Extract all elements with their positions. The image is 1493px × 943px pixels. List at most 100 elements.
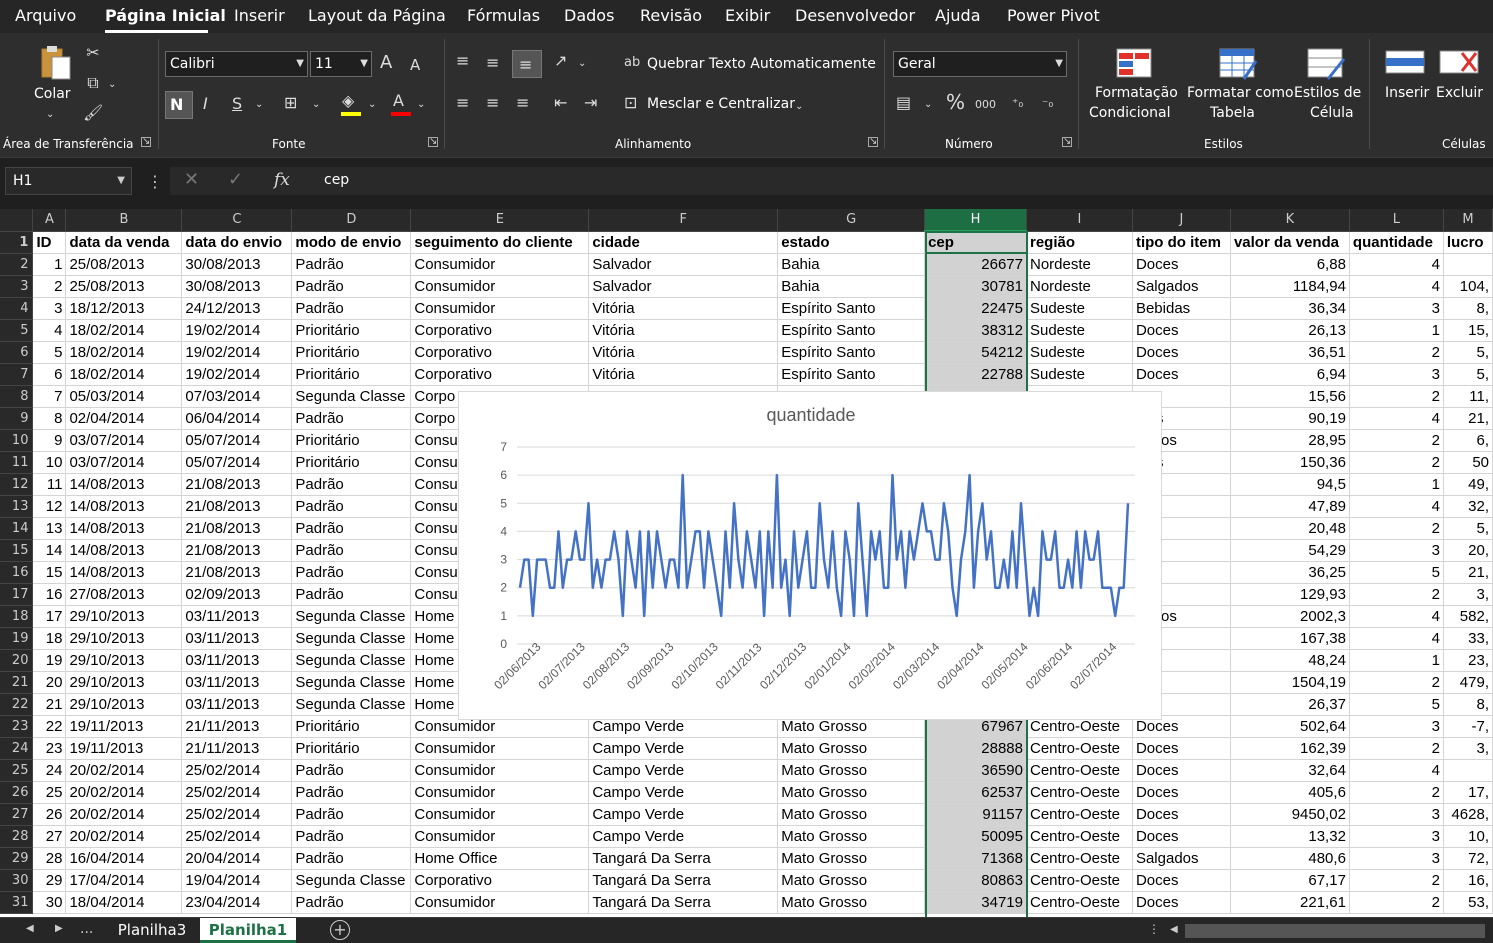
cell[interactable]: 50095: [924, 825, 1027, 848]
cell[interactable]: 03/11/2013: [181, 605, 293, 628]
cell[interactable]: Doces: [1132, 781, 1231, 804]
wrap-text-button[interactable]: Quebrar Texto Automaticamente: [647, 56, 876, 72]
cell[interactable]: 26677: [924, 253, 1027, 276]
cell[interactable]: 502,64: [1230, 715, 1350, 738]
align-middle-icon[interactable]: ≡: [486, 53, 499, 73]
cell[interactable]: 5,: [1443, 517, 1493, 540]
cell[interactable]: Tangará Da Serra: [588, 891, 779, 914]
cell[interactable]: 18/02/2014: [65, 363, 183, 386]
row-header[interactable]: 1: [0, 231, 34, 254]
clipboard-launcher-icon[interactable]: ↘: [141, 137, 151, 147]
cell[interactable]: 53,: [1443, 891, 1493, 914]
cell[interactable]: 15,56: [1230, 385, 1350, 408]
cell[interactable]: 29/10/2013: [65, 649, 183, 672]
cell[interactable]: Segunda Classe: [291, 627, 412, 650]
cell[interactable]: 2: [1349, 869, 1444, 892]
percent-button[interactable]: %: [946, 92, 965, 112]
cell[interactable]: 14: [32, 539, 67, 562]
cell[interactable]: Padrão: [291, 891, 412, 914]
cell[interactable]: 48,24: [1230, 649, 1350, 672]
row-header[interactable]: 14: [0, 517, 34, 540]
header-cell[interactable]: quantidade: [1349, 231, 1444, 254]
cell[interactable]: 5: [1349, 561, 1444, 584]
cell[interactable]: 18/04/2014: [65, 891, 183, 914]
cell[interactable]: Nordeste: [1026, 253, 1133, 276]
cell[interactable]: Centro-Oeste: [1026, 825, 1133, 848]
cell[interactable]: 4: [1349, 275, 1444, 298]
cell[interactable]: 06/04/2014: [181, 407, 293, 430]
menu-power-pivot[interactable]: Power Pivot: [1007, 6, 1100, 25]
cell[interactable]: Padrão: [291, 539, 412, 562]
cell[interactable]: 49,: [1443, 473, 1493, 496]
column-header-m[interactable]: M: [1443, 209, 1493, 232]
cell[interactable]: Centro-Oeste: [1026, 847, 1133, 870]
cell[interactable]: 19/02/2014: [181, 363, 293, 386]
cell[interactable]: 4: [32, 319, 67, 342]
cell[interactable]: 6,: [1443, 429, 1493, 452]
column-header-h[interactable]: H: [924, 209, 1027, 232]
cell[interactable]: Doces: [1132, 737, 1231, 760]
cell[interactable]: 3,: [1443, 583, 1493, 606]
cell[interactable]: Centro-Oeste: [1026, 803, 1133, 826]
menu-desenvolvedor[interactable]: Desenvolvedor: [795, 6, 915, 25]
cell[interactable]: Segunda Classe: [291, 869, 412, 892]
cell[interactable]: Bahia: [777, 253, 926, 276]
cell[interactable]: 23: [32, 737, 67, 760]
cell[interactable]: Padrão: [291, 759, 412, 782]
row-header[interactable]: 31: [0, 891, 34, 914]
row-header[interactable]: 19: [0, 627, 34, 650]
number-format-select[interactable]: Geral ▼: [893, 51, 1067, 77]
cell[interactable]: 13,32: [1230, 825, 1350, 848]
cell[interactable]: 36,25: [1230, 561, 1350, 584]
cell[interactable]: 162,39: [1230, 737, 1350, 760]
row-header[interactable]: 29: [0, 847, 34, 870]
cell[interactable]: 4: [1349, 253, 1444, 276]
cell[interactable]: Padrão: [291, 583, 412, 606]
cell[interactable]: 18/02/2014: [65, 341, 183, 364]
decrease-indent-icon[interactable]: ⇤: [554, 93, 567, 113]
cell[interactable]: Segunda Classe: [291, 649, 412, 672]
cell[interactable]: Consumidor: [410, 737, 590, 760]
menu-ajuda[interactable]: Ajuda: [935, 6, 981, 25]
cell[interactable]: 20/02/2014: [65, 759, 183, 782]
cell[interactable]: 16: [32, 583, 67, 606]
orientation-icon[interactable]: ↗: [554, 51, 567, 71]
cell[interactable]: 2: [1349, 781, 1444, 804]
cell[interactable]: 2: [1349, 451, 1444, 474]
cell[interactable]: Doces: [1132, 341, 1231, 364]
cell[interactable]: 25/02/2014: [181, 781, 293, 804]
column-header-b[interactable]: B: [65, 209, 183, 232]
cell[interactable]: Padrão: [291, 803, 412, 826]
cell[interactable]: 29/10/2013: [65, 693, 183, 716]
cell[interactable]: 17: [32, 605, 67, 628]
font-color-button[interactable]: A: [390, 91, 414, 117]
cell[interactable]: 4628,: [1443, 803, 1493, 826]
column-header-l[interactable]: L: [1349, 209, 1444, 232]
cell[interactable]: 17/04/2014: [65, 869, 183, 892]
cell[interactable]: Doces: [1132, 253, 1231, 276]
menu-exibir[interactable]: Exibir: [725, 6, 770, 25]
cell[interactable]: 05/07/2014: [181, 451, 293, 474]
cell[interactable]: 2: [1349, 517, 1444, 540]
header-cell[interactable]: data do envio: [181, 231, 293, 254]
cell[interactable]: 6,88: [1230, 253, 1350, 276]
cell[interactable]: Segunda Classe: [291, 671, 412, 694]
cell[interactable]: 16,: [1443, 869, 1493, 892]
select-all-corner[interactable]: [0, 209, 34, 232]
cell[interactable]: 8: [32, 407, 67, 430]
alignment-launcher-icon[interactable]: ↘: [868, 137, 878, 147]
cell[interactable]: Campo Verde: [588, 759, 779, 782]
cell[interactable]: 20/04/2014: [181, 847, 293, 870]
row-header[interactable]: 4: [0, 297, 34, 320]
confirm-icon[interactable]: ✓: [228, 169, 243, 190]
cell[interactable]: 19: [32, 649, 67, 672]
cell[interactable]: 19/02/2014: [181, 319, 293, 342]
cell[interactable]: 21/08/2013: [181, 495, 293, 518]
chevron-down-icon[interactable]: ⌄: [368, 95, 376, 115]
row-header[interactable]: 26: [0, 781, 34, 804]
font-launcher-icon[interactable]: ↘: [428, 137, 438, 147]
cell[interactable]: 14/08/2013: [65, 495, 183, 518]
tab-splitter-icon[interactable]: ⋮: [1148, 922, 1160, 936]
row-header[interactable]: 16: [0, 561, 34, 584]
cell[interactable]: 22: [32, 715, 67, 738]
